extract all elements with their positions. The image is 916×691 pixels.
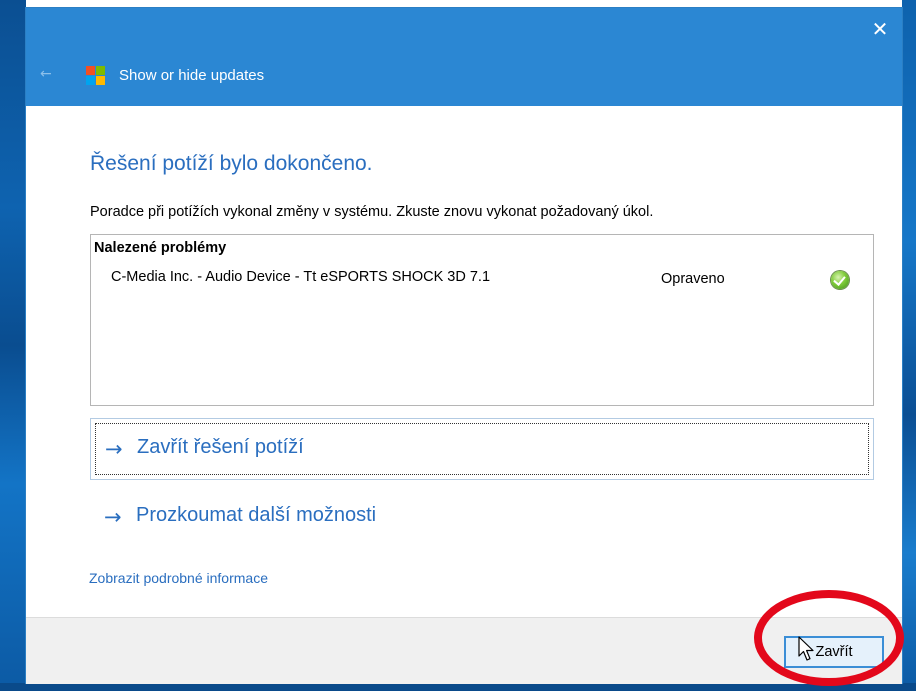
green-check-icon <box>831 271 849 289</box>
mouse-cursor-icon <box>798 636 814 661</box>
view-details-link[interactable]: Zobrazit podrobné informace <box>89 570 268 586</box>
title-bar: ✕ ← Show or hide updates <box>26 8 902 106</box>
red-highlight-circle <box>754 590 904 686</box>
desktop-wallpaper-bottom <box>0 683 916 691</box>
problems-list: Nalezené problémy C-Media Inc. - Audio D… <box>90 234 874 406</box>
content-area: Řešení potíží bylo dokončeno. Poradce př… <box>34 106 894 617</box>
problem-item-status: Opraveno <box>661 271 725 287</box>
explore-options-label: Prozkoumat další možnosti <box>136 504 377 526</box>
window-close-button[interactable]: ✕ <box>864 14 896 44</box>
windows-logo-icon <box>86 66 106 86</box>
arrow-right-icon: → <box>105 437 123 461</box>
close-troubleshooter-label: Zavřít řešení potíží <box>137 436 304 458</box>
troubleshooter-window: ✕ ← Show or hide updates Řešení potíží b… <box>26 8 902 684</box>
problems-list-header: Nalezené problémy <box>94 240 227 256</box>
problem-item-name: C-Media Inc. - Audio Device - Tt eSPORTS… <box>111 269 491 285</box>
desktop-wallpaper-right <box>902 0 916 691</box>
explore-options-link[interactable]: → Prozkoumat další možnosti <box>90 487 874 549</box>
description-text: Poradce při potížích vykonal změny v sys… <box>90 204 654 220</box>
page-title: Řešení potíží bylo dokončeno. <box>90 152 373 175</box>
arrow-right-icon: → <box>104 505 122 529</box>
close-troubleshooter-link[interactable]: → Zavřít řešení potíží <box>90 418 874 480</box>
back-arrow-icon[interactable]: ← <box>40 66 52 82</box>
desktop-wallpaper-left <box>0 0 26 691</box>
window-title: Show or hide updates <box>119 67 265 84</box>
